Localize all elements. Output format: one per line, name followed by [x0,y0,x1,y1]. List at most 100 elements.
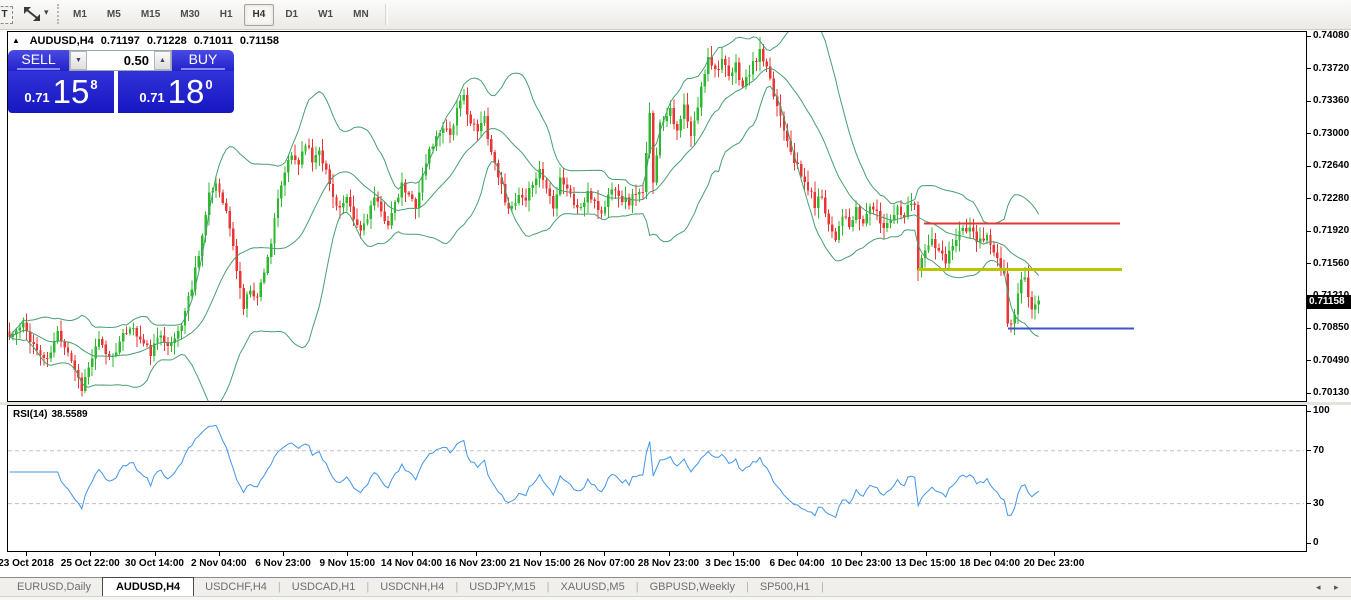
price-axis-tick [1307,166,1311,167]
tab-usdcnh-h4[interactable]: USDCNH,H4 [369,579,455,596]
volume-spinner: ▼ 0.50 ▲ [69,50,172,71]
time-axis-label: 10 Dec 23:00 [831,558,892,569]
sell-price-sup: 8 [90,77,97,92]
rsi-axis-label: 70 [1313,445,1324,457]
timeframe-button-h1[interactable]: H1 [211,4,242,26]
volume-increase-button[interactable]: ▲ [154,51,171,70]
rsi-axis-label: 0 [1313,537,1319,549]
time-axis-label: 13 Dec 15:00 [895,558,956,569]
time-axis-tick [797,552,798,556]
time-axis-tick [412,552,413,556]
time-axis-label: 30 Oct 14:00 [125,558,184,569]
price-axis-label: 0.74080 [1313,30,1349,42]
text-tool-icon[interactable]: T [0,6,13,24]
time-axis[interactable]: 23 Oct 201825 Oct 22:0030 Oct 14:002 Nov… [0,552,1351,575]
rsi-chart-svg [8,406,1306,551]
tab-xauusd-m5[interactable]: XAUUSD,M5 [550,579,636,596]
time-axis-label: 18 Dec 04:00 [959,558,1020,569]
price-axis-tick [1307,101,1311,102]
tab-eurusd-daily[interactable]: EURUSD,Daily [6,579,102,596]
timeframe-button-m5[interactable]: M5 [98,4,130,26]
tab-usdchf-h4[interactable]: USDCHF,H4 [194,579,278,596]
timeframe-button-w1[interactable]: W1 [309,4,342,26]
time-axis-tick [990,552,991,556]
price-axis[interactable]: 0.740800.737200.733600.730000.726400.722… [1306,31,1351,402]
price-axis-label: 0.70130 [1313,387,1349,399]
buy-price-prefix: 0.71 [139,90,164,105]
tab-usdcad-h1[interactable]: USDCAD,H1 [281,579,367,596]
bollinger-lower-line [10,86,1039,401]
rsi-value: 38.5589 [51,409,87,420]
price-axis-label: 0.70850 [1313,322,1349,334]
price-axis-tick [1307,231,1311,232]
time-axis-tick [26,552,27,556]
ohlc-high: 0.71228 [147,35,187,47]
ohlc-close: 0.71158 [240,35,279,47]
timeframe-button-h4[interactable]: H4 [244,4,275,26]
price-axis-tick [1307,263,1311,264]
tabs-scroll-left-icon[interactable]: ◂ [1316,582,1321,593]
buy-price-button[interactable]: 0.71 18 0 [118,71,234,113]
rsi-indicator-label: RSI(14) 38.5589 [13,409,92,420]
price-axis-tick [1307,360,1311,361]
rsi-axis-label: 100 [1313,405,1330,417]
buy-button[interactable]: BUY [172,50,234,71]
dropdown-caret-icon[interactable]: ▾ [44,7,49,18]
sell-price-big: 15 [53,73,90,111]
tab-sp500-h1[interactable]: SP500,H1 [749,579,821,596]
time-axis-label: 23 Oct 2018 [0,558,54,569]
tab-audusd-h4[interactable]: AUDUSD,H4 [102,577,194,597]
timeframe-button-mn[interactable]: MN [344,4,378,26]
rsi-axis-tick [1307,450,1311,451]
volume-decrease-button[interactable]: ▼ [70,51,87,70]
time-axis-label: 14 Nov 04:00 [381,558,442,569]
timeframe-button-d1[interactable]: D1 [276,4,307,26]
rsi-name: RSI(14) [13,409,47,420]
time-axis-label: 6 Nov 23:00 [255,558,311,569]
timeframe-button-m1[interactable]: M1 [64,4,96,26]
price-axis-tick [1307,198,1311,199]
time-axis-label: 3 Dec 15:00 [705,558,760,569]
price-axis-label: 0.71920 [1313,225,1349,237]
chart-tabs-bar: EURUSD,DailyAUDUSD,H4USDCHF,H4|USDCAD,H1… [0,577,1351,596]
price-axis-label: 0.73360 [1313,95,1349,107]
time-axis-tick [219,552,220,556]
price-axis-tick [1307,36,1311,37]
time-axis-label: 28 Nov 23:00 [638,558,699,569]
chart-ohlc-header: ▲ AUDUSD,H40.711970.712280.710110.71158 [12,35,286,47]
time-axis-tick [669,552,670,556]
time-axis-tick [155,552,156,556]
timeframe-button-m30[interactable]: M30 [171,4,208,26]
rsi-axis-tick [1307,503,1311,504]
timeframe-button-m15[interactable]: M15 [132,4,169,26]
tab-gbpusd-weekly[interactable]: GBPUSD,Weekly [639,579,746,596]
tab-usdjpy-m15[interactable]: USDJPY,M15 [458,579,546,596]
sell-button[interactable]: SELL [8,50,69,71]
time-axis-tick [90,552,91,556]
tabs-scroll-right-icon[interactable]: ▸ [1334,582,1339,593]
top-toolbar: T ▾ M1M5M15M30H1H4D1W1MN [0,0,1351,30]
current-price-badge: 0.71158 [1306,295,1351,309]
time-axis-label: 26 Nov 07:00 [574,558,635,569]
price-axis-label: 0.71560 [1313,258,1349,270]
time-axis-label: 9 Nov 15:00 [319,558,375,569]
price-axis-tick [1307,68,1311,69]
rsi-axis-tick [1307,543,1311,544]
time-axis-tick [733,552,734,556]
time-axis-tick [347,552,348,556]
toolbar-separator [385,4,388,25]
price-axis-tick [1307,133,1311,134]
time-axis-tick [540,552,541,556]
rsi-panel[interactable]: RSI(14) 38.5589 [7,405,1307,552]
rsi-axis-label: 30 [1313,498,1324,510]
sell-price-button[interactable]: 0.71 15 8 [8,71,114,113]
time-axis-tick [604,552,605,556]
ohlc-open: 0.71197 [101,35,140,47]
time-axis-tick [476,552,477,556]
volume-input[interactable]: 0.50 [87,51,154,70]
rsi-axis: 100 70 30 0 [1306,405,1351,552]
collapse-quotes-icon[interactable]: ▲ [12,36,20,45]
indicators-arrows-icon[interactable] [22,5,42,23]
price-axis-label: 0.72280 [1313,193,1349,205]
time-axis-label: 2 Nov 04:00 [191,558,247,569]
